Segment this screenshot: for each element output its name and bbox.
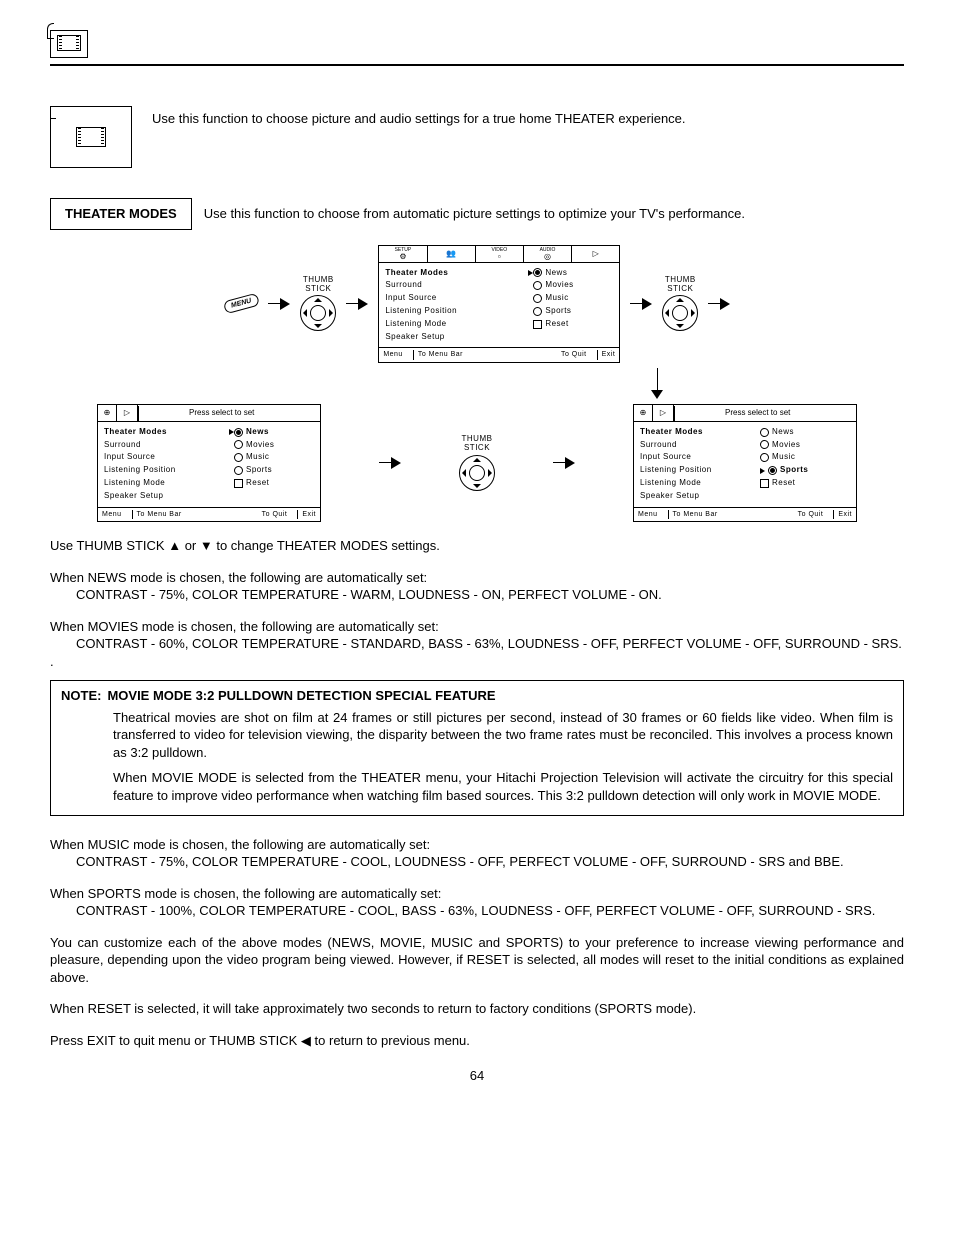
note-paragraph-1: Theatrical movies are shot on film at 24…	[113, 709, 893, 762]
navigation-diagram: MENU THUMB STICK SETUP⚙ 👥 VIDEO▫ AUDIO◎ …	[97, 245, 857, 522]
music-mode-block: When MUSIC mode is chosen, the following…	[50, 836, 904, 871]
theater-icon-large	[50, 106, 132, 168]
theater-modes-desc: Use this function to choose from automat…	[204, 205, 745, 223]
customize-text: You can customize each of the above mode…	[50, 934, 904, 987]
header-theater-icon	[50, 30, 88, 58]
page-number: 64	[50, 1067, 904, 1085]
note-label: NOTE:	[61, 687, 101, 705]
movies-mode-block: When MOVIES mode is chosen, the followin…	[50, 618, 904, 671]
header-rule	[50, 64, 904, 66]
note-paragraph-2: When MOVIE MODE is selected from the THE…	[113, 769, 893, 804]
note-box: NOTE: MOVIE MODE 3:2 PULLDOWN DETECTION …	[50, 680, 904, 815]
thumb-stick-icon	[459, 455, 495, 491]
reset-text: When RESET is selected, it will take app…	[50, 1000, 904, 1018]
osd-panel-news-highlight: ⊕ ▷ Press select to set Theater Modes Su…	[97, 404, 321, 522]
thumb-instruction: Use THUMB STICK ▲ or ▼ to change THEATER…	[50, 537, 904, 555]
film-icon	[76, 127, 106, 147]
exit-text: Press EXIT to quit menu or THUMB STICK ◀…	[50, 1032, 904, 1050]
stick-label: STICK	[305, 285, 331, 294]
thumb-stick-icon	[662, 295, 698, 331]
thumb-stick-icon	[300, 295, 336, 331]
sports-mode-block: When SPORTS mode is chosen, the followin…	[50, 885, 904, 920]
theater-modes-label: THEATER MODES	[50, 198, 192, 230]
osd-panel-sports-highlight: ⊕ ▷ Press select to set Theater Modes Su…	[633, 404, 857, 522]
film-icon	[57, 35, 81, 51]
menu-button-icon: MENU	[223, 293, 260, 315]
osd-panel-initial: SETUP⚙ 👥 VIDEO▫ AUDIO◎ ▷ Theater Modes S…	[378, 245, 620, 363]
news-mode-block: When NEWS mode is chosen, the following …	[50, 569, 904, 604]
note-title: MOVIE MODE 3:2 PULLDOWN DETECTION SPECIA…	[107, 688, 495, 703]
intro-text: Use this function to choose picture and …	[50, 106, 904, 128]
